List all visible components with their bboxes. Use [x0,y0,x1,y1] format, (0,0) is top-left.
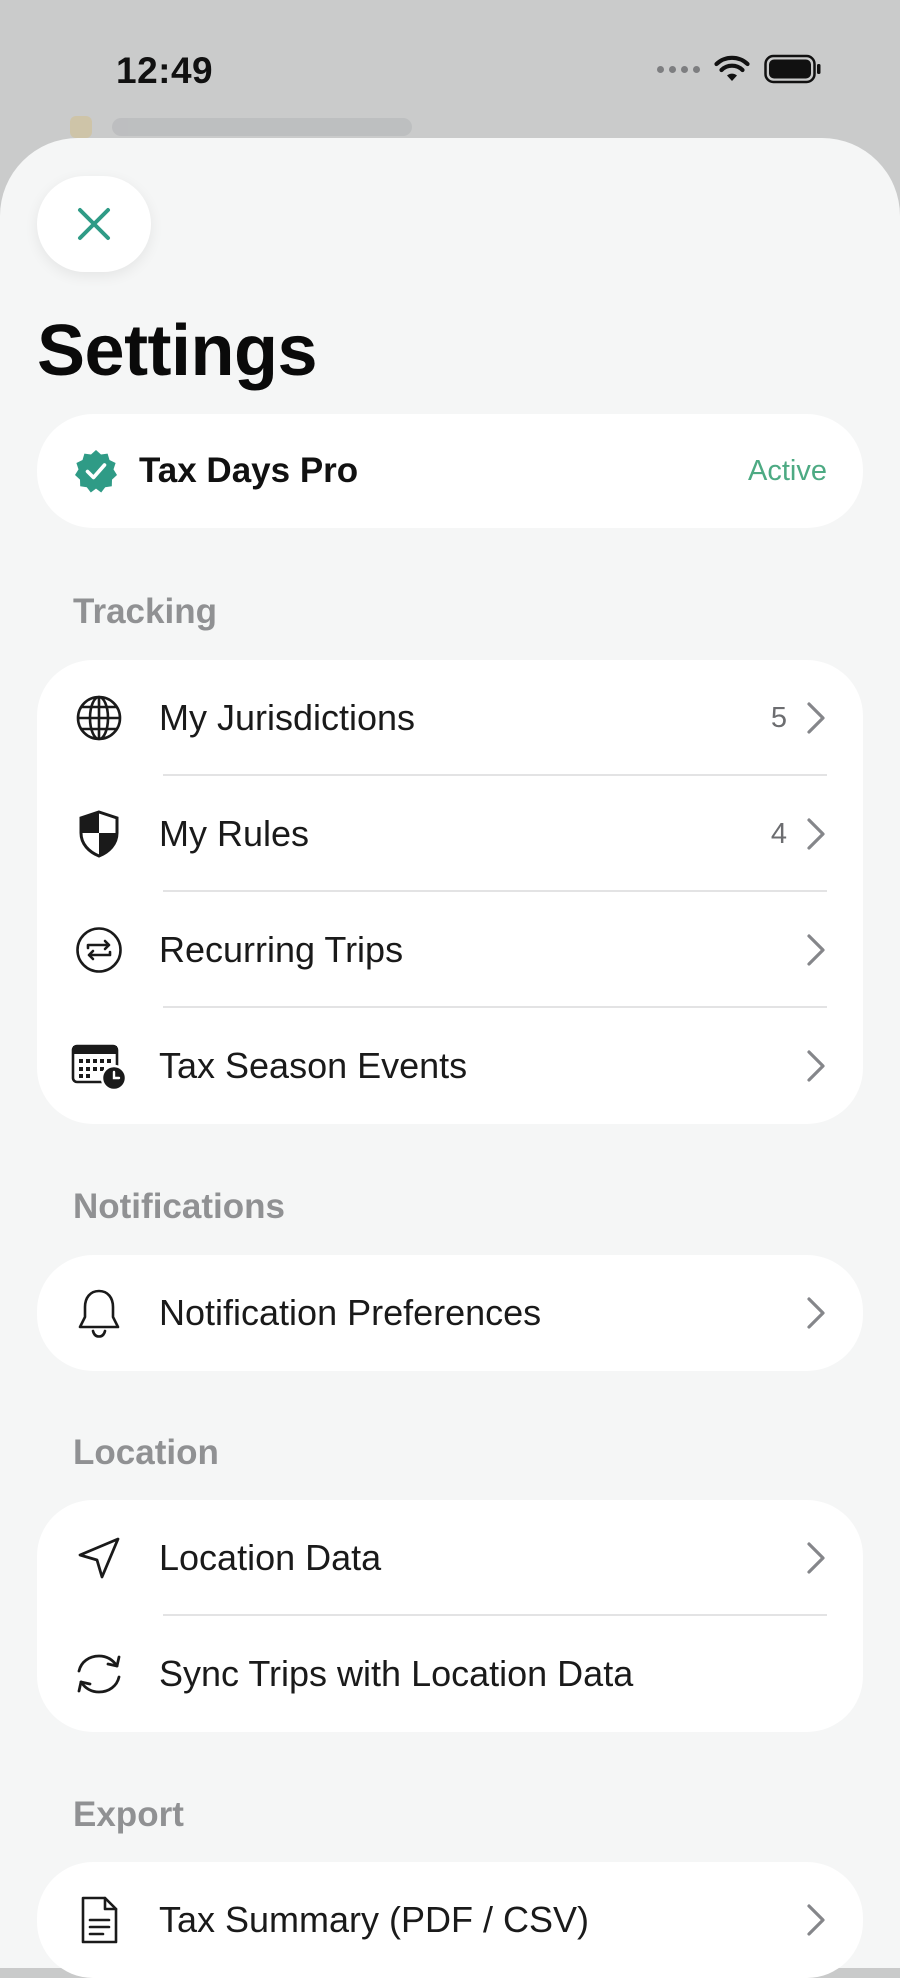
row-label: Recurring Trips [159,929,404,970]
row-my-rules[interactable]: My Rules 4 [37,776,863,892]
row-tax-summary[interactable]: Tax Summary (PDF / CSV) [37,1862,863,1978]
status-time: 12:49 [116,50,214,91]
chevron-right-icon [805,1296,827,1330]
close-button[interactable] [37,176,151,272]
chevron-right-icon [805,933,827,967]
location-arrow-icon [69,1534,129,1582]
status-bar: 12:49 [0,0,900,140]
subscription-status: Active [748,454,827,487]
page-title: Settings [37,311,318,391]
calendar-clock-icon [69,1041,129,1091]
chevron-right-icon [805,1541,827,1575]
row-label: Sync Trips with Location Data [159,1653,634,1694]
chevron-right-icon [805,1903,827,1937]
shield-icon [69,809,129,859]
wifi-icon [714,55,750,81]
row-sync-trips[interactable]: Sync Trips with Location Data [37,1616,863,1732]
bell-icon [69,1287,129,1339]
row-my-jurisdictions[interactable]: My Jurisdictions 5 [37,660,863,776]
row-location-data[interactable]: Location Data [37,1500,863,1616]
chevron-right-icon [805,1049,827,1083]
subscription-card[interactable]: Tax Days Pro Active [37,414,863,528]
row-label: My Jurisdictions [159,697,416,738]
row-recurring-trips[interactable]: Recurring Trips [37,892,863,1008]
row-label: My Rules [159,813,310,854]
row-label: Tax Season Events [159,1045,468,1086]
subscription-name: Tax Days Pro [139,451,359,490]
sync-icon [69,1649,129,1699]
export-card: Tax Summary (PDF / CSV) [37,1862,863,1978]
chevron-right-icon [805,701,827,735]
settings-sheet: Settings Tax Days Pro Active Tracking My… [0,138,900,1978]
location-card: Location Data Sync Trips with Location D… [37,1500,863,1732]
section-label-notifications: Notifications [73,1187,285,1226]
tracking-card: My Jurisdictions 5 My Rules 4 Recurring … [37,660,863,1124]
chevron-right-icon [805,817,827,851]
battery-icon [764,54,821,84]
count-badge: 5 [770,701,787,734]
row-label: Location Data [159,1537,382,1578]
notifications-card: Notification Preferences [37,1255,863,1371]
document-icon [69,1895,129,1945]
globe-icon [69,693,129,743]
section-label-tracking: Tracking [73,592,217,631]
row-label: Tax Summary (PDF / CSV) [159,1899,590,1940]
verified-badge-icon [75,450,117,493]
row-notification-preferences[interactable]: Notification Preferences [37,1255,863,1371]
count-badge: 4 [770,817,787,850]
repeat-icon [69,925,129,975]
row-label: Notification Preferences [159,1292,542,1333]
section-label-location: Location [73,1433,219,1472]
section-label-export: Export [73,1795,184,1834]
signal-dots-icon [657,65,700,73]
close-icon [78,208,110,240]
row-tax-season-events[interactable]: Tax Season Events [37,1008,863,1124]
